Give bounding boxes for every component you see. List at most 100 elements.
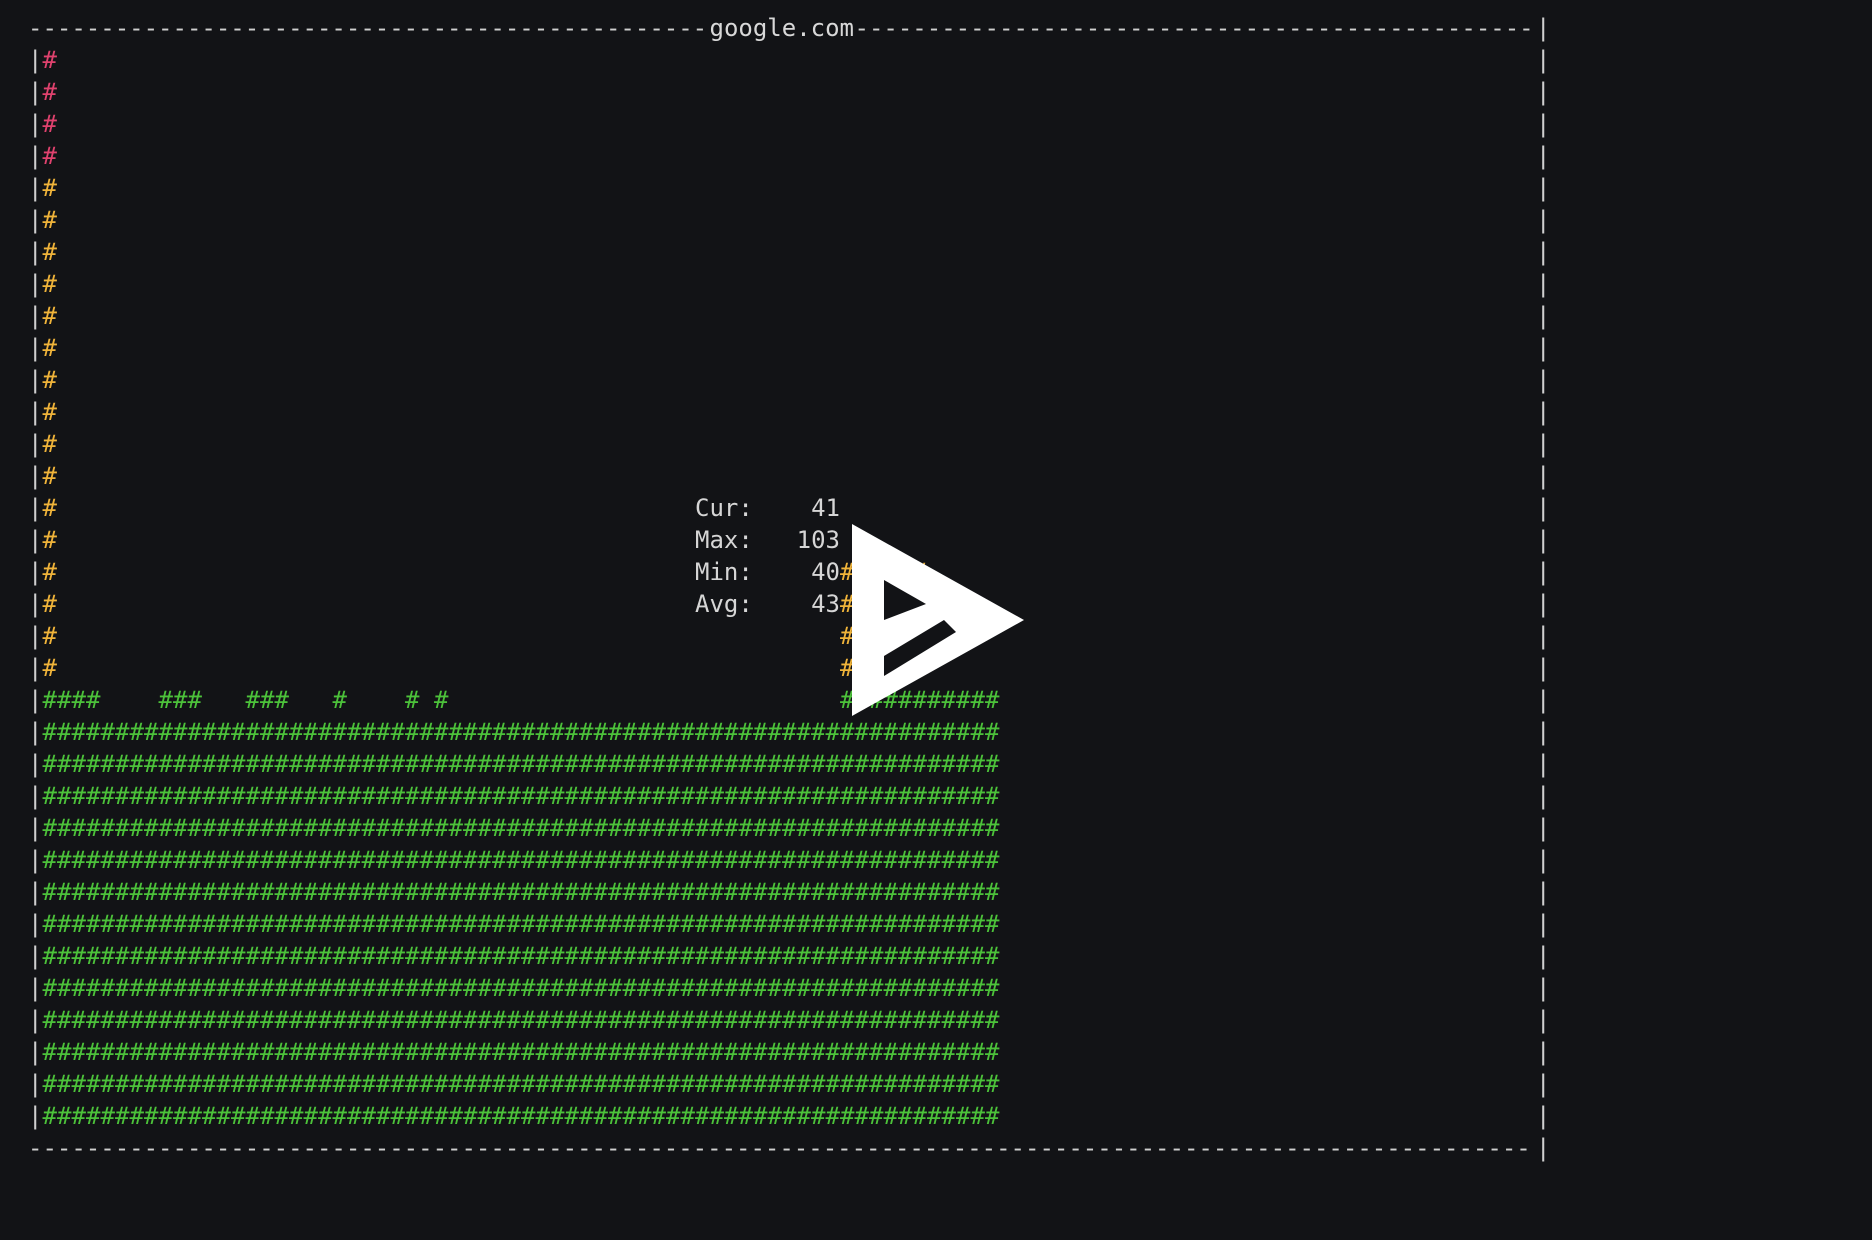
bar-cell: #	[593, 878, 608, 906]
bar-cell: #	[956, 1038, 971, 1066]
left-border: |	[28, 878, 43, 906]
bar-cell: #	[927, 942, 942, 970]
bar-cell: #	[57, 1070, 72, 1098]
bar-cell: #	[680, 1070, 695, 1098]
bar-cell: #	[42, 558, 57, 586]
bar-cell: #	[666, 942, 681, 970]
bar-cell: #	[419, 910, 434, 938]
bar-cell: #	[303, 910, 318, 938]
bar-cell: #	[985, 814, 1000, 842]
play-icon[interactable]	[848, 520, 1028, 720]
bar-cell: #	[86, 878, 101, 906]
bar-cell: #	[434, 878, 449, 906]
bar-cell: #	[854, 718, 869, 746]
bar-cell: #	[883, 1102, 898, 1130]
bar-cell: #	[782, 814, 797, 842]
left-border: |	[28, 1102, 43, 1130]
bar-cell: #	[144, 814, 159, 842]
bar-cell: #	[970, 782, 985, 810]
bar-cell: #	[57, 846, 72, 874]
bar-cell: #	[825, 974, 840, 1002]
bar-cell: #	[956, 782, 971, 810]
bar-cell: #	[550, 718, 565, 746]
bar-cell: #	[651, 910, 666, 938]
bar-cell: #	[550, 1102, 565, 1130]
bar-cell: #	[42, 974, 57, 1002]
bar-cell: #	[825, 1070, 840, 1098]
right-border: |	[1536, 174, 1551, 202]
bar-cell: #	[86, 846, 101, 874]
bar-cell: #	[956, 718, 971, 746]
bar-cell: #	[956, 814, 971, 842]
right-border: |	[1536, 1102, 1551, 1130]
bar-cell: #	[738, 782, 753, 810]
bar-cell: #	[42, 142, 57, 170]
bar-cell: #	[825, 718, 840, 746]
bar-cell: #	[477, 974, 492, 1002]
left-border: |	[28, 398, 43, 426]
bottom-border: ----------------------------------------…	[28, 1134, 1531, 1162]
bar-cell: #	[332, 1070, 347, 1098]
bar-cell: #	[680, 1038, 695, 1066]
bar-cell: #	[405, 1038, 420, 1066]
bar-cell: #	[71, 878, 86, 906]
bar-cell: #	[289, 1102, 304, 1130]
bar-cell: #	[318, 974, 333, 1002]
bar-cell: #	[202, 1102, 217, 1130]
border-corner: |	[1536, 14, 1551, 42]
bar-cell: #	[129, 1102, 144, 1130]
bar-cell: #	[245, 782, 260, 810]
bar-cell: #	[202, 718, 217, 746]
bar-cell: #	[651, 878, 666, 906]
bar-cell: #	[564, 878, 579, 906]
bar-cell: #	[477, 750, 492, 778]
bar-cell: #	[289, 942, 304, 970]
bar-cell: #	[86, 1006, 101, 1034]
bar-cell: #	[260, 750, 275, 778]
bar-cell: #	[970, 846, 985, 874]
bar-cell: #	[347, 942, 362, 970]
bar-cell: #	[129, 718, 144, 746]
bar-cell: #	[535, 750, 550, 778]
bar-cell: #	[840, 782, 855, 810]
bar-cell: #	[825, 846, 840, 874]
bar-cell: #	[173, 910, 188, 938]
bar-cell: #	[811, 942, 826, 970]
bar-cell: #	[463, 1006, 478, 1034]
bar-cell: #	[434, 718, 449, 746]
right-border: |	[1536, 558, 1551, 586]
bar-cell: #	[144, 942, 159, 970]
bar-cell: #	[448, 1006, 463, 1034]
bar-cell: #	[144, 1102, 159, 1130]
bar-cell: #	[100, 878, 115, 906]
bar-cell: #	[738, 750, 753, 778]
bar-cell: #	[825, 750, 840, 778]
bar-cell: #	[709, 750, 724, 778]
bar-cell: #	[753, 846, 768, 874]
bar-cell: #	[579, 910, 594, 938]
bar-cell: #	[854, 1006, 869, 1034]
bar-cell: #	[216, 814, 231, 842]
bar-cell: #	[985, 1038, 1000, 1066]
bar-cell: #	[564, 814, 579, 842]
bar-cell: #	[579, 1070, 594, 1098]
bar-cell: #	[115, 782, 130, 810]
bar-cell: #	[985, 718, 1000, 746]
bar-cell: #	[187, 910, 202, 938]
bar-cell: #	[724, 974, 739, 1002]
bar-cell: #	[767, 974, 782, 1002]
bar-cell: #	[361, 878, 376, 906]
bar-cell: #	[709, 942, 724, 970]
bar-cell: #	[42, 334, 57, 362]
bar-cell: #	[680, 1102, 695, 1130]
bar-cell: #	[506, 1070, 521, 1098]
bar-cell: #	[695, 1038, 710, 1066]
bar-cell: #	[637, 782, 652, 810]
bar-cell: #	[912, 942, 927, 970]
bar-cell: #	[57, 1038, 72, 1066]
bar-cell: #	[187, 750, 202, 778]
bar-cell: #	[289, 878, 304, 906]
bar-cell: #	[318, 1006, 333, 1034]
bar-cell: #	[927, 1006, 942, 1034]
bar-cell: #	[927, 878, 942, 906]
